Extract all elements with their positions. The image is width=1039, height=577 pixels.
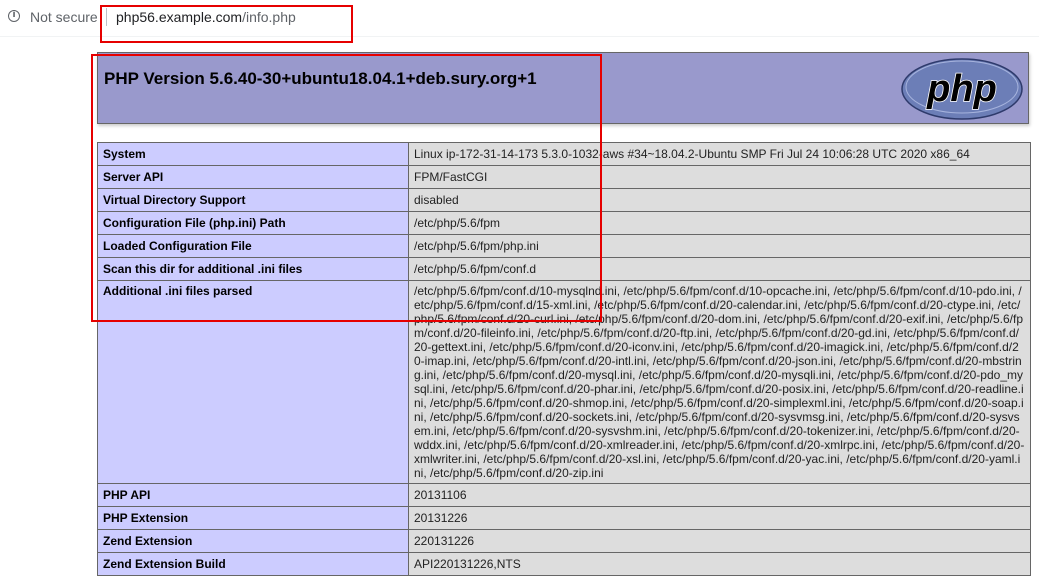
row-key: Loaded Configuration File	[97, 234, 409, 258]
url-path: /info.php	[242, 9, 296, 25]
row-key: Server API	[97, 165, 409, 189]
row-key: PHP API	[97, 483, 409, 507]
row-key: PHP Extension	[97, 506, 409, 530]
table-row: Zend Extension Build API220131226,NTS	[97, 552, 1031, 576]
row-key: System	[97, 142, 409, 166]
row-key: Zend Extension Build	[97, 552, 409, 576]
table-row: PHP API 20131106	[97, 483, 1031, 507]
row-value: /etc/php/5.6/fpm/conf.d/10-mysqlnd.ini, …	[408, 280, 1031, 484]
table-row: Server API FPM/FastCGI	[97, 165, 1031, 189]
address-divider	[106, 8, 107, 26]
row-value: /etc/php/5.6/fpm	[408, 211, 1031, 235]
table-row: Zend Extension 220131226	[97, 529, 1031, 553]
table-row: Additional .ini files parsed/etc/php/5.6…	[97, 280, 1031, 484]
php-version-header: PHP Version 5.6.40-30+ubuntu18.04.1+deb.…	[97, 52, 1029, 124]
row-value: 220131226	[408, 529, 1031, 553]
row-value: disabled	[408, 188, 1031, 212]
row-value: 20131106	[408, 483, 1031, 507]
address-bar[interactable]: i Not secure php56.example.com/info.php	[0, 0, 1039, 36]
url-text[interactable]: php56.example.com/info.php	[116, 9, 296, 25]
table-row: Virtual Directory Support disabled	[97, 188, 1031, 212]
table-row: Scan this dir for additional .ini files /…	[97, 257, 1031, 281]
table-row: PHP Extension 20131226	[97, 506, 1031, 530]
row-key: Zend Extension	[97, 529, 409, 553]
page-title: PHP Version 5.6.40-30+ubuntu18.04.1+deb.…	[104, 69, 537, 88]
php-logo-text: php	[926, 68, 997, 110]
row-value: /etc/php/5.6/fpm/php.ini	[408, 234, 1031, 258]
row-value: 20131226	[408, 506, 1031, 530]
php-logo[interactable]: php	[900, 57, 1024, 121]
row-value: FPM/FastCGI	[408, 165, 1031, 189]
info-icon[interactable]: i	[8, 10, 20, 22]
row-value: API220131226,NTS	[408, 552, 1031, 576]
url-host: php56.example.com	[116, 9, 243, 25]
table-row: Configuration File (php.ini) Path/etc/ph…	[97, 211, 1031, 235]
row-key: Additional .ini files parsed	[97, 280, 409, 484]
table-row: Loaded Configuration File/etc/php/5.6/fp…	[97, 234, 1031, 258]
php-info-table: System Linux ip-172-31-14-173 5.3.0-1032-…	[97, 142, 1031, 576]
toolbar-divider	[0, 36, 1039, 37]
row-key: Configuration File (php.ini) Path	[97, 211, 409, 235]
row-value: Linux ip-172-31-14-173 5.3.0-1032-aws #3…	[408, 142, 1031, 166]
row-key: Scan this dir for additional .ini files	[97, 257, 409, 281]
table-row: System Linux ip-172-31-14-173 5.3.0-1032-…	[97, 142, 1031, 166]
security-indicator[interactable]: Not secure	[30, 9, 98, 25]
row-value: /etc/php/5.6/fpm/conf.d	[408, 257, 1031, 281]
row-key: Virtual Directory Support	[97, 188, 409, 212]
